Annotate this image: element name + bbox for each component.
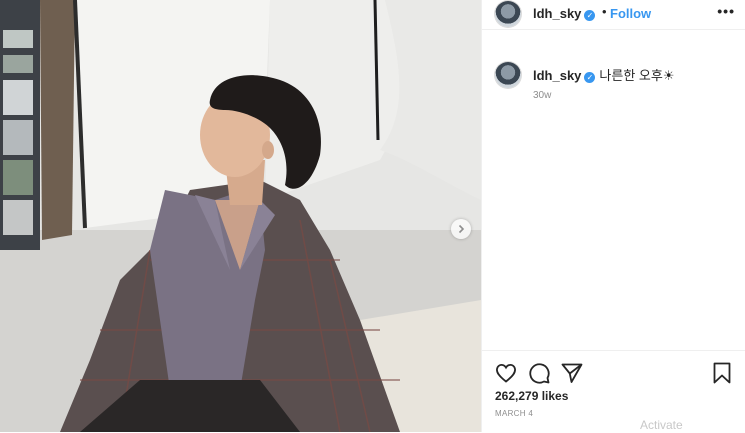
verified-badge-icon: ✓ (584, 10, 596, 21)
post-header: ldh_sky ✓ • Follow ••• (482, 0, 745, 30)
post-photo[interactable] (0, 0, 481, 432)
more-options-button[interactable]: ••• (717, 3, 735, 19)
caption-time[interactable]: 30w (533, 90, 551, 101)
post-sidebar: ldh_sky ✓ • Follow ••• ldh_sky ✓ 나른한 오후☀ 30… (481, 0, 745, 432)
follow-button[interactable]: Follow (610, 6, 651, 21)
activation-watermark: Activate (640, 418, 683, 432)
separator-dot: • (602, 4, 607, 19)
chevron-right-icon (458, 224, 465, 234)
caption-username[interactable]: ldh_sky (533, 68, 581, 83)
avatar[interactable] (495, 1, 521, 27)
bookmark-icon[interactable] (710, 361, 734, 385)
heart-icon[interactable] (494, 361, 518, 385)
verified-badge-icon: ✓ (584, 72, 596, 83)
username-text[interactable]: ldh_sky (533, 6, 581, 21)
comment-icon[interactable] (527, 361, 551, 385)
post-username[interactable]: ldh_sky ✓ (533, 6, 596, 21)
avatar[interactable] (495, 62, 521, 88)
caption-text: 나른한 오후☀ (599, 68, 675, 83)
caption-line: ldh_sky ✓ 나른한 오후☀ (533, 65, 675, 84)
share-icon[interactable] (560, 361, 584, 385)
next-photo-button[interactable] (451, 219, 471, 239)
photo-illustration (0, 0, 481, 432)
likes-count[interactable]: 262,279 likes (495, 389, 568, 403)
post-date[interactable]: MARCH 4 (495, 409, 533, 418)
instagram-post: ldh_sky ✓ • Follow ••• ldh_sky ✓ 나른한 오후☀ 30… (0, 0, 745, 432)
action-bar: 262,279 likes MARCH 4 (482, 350, 745, 433)
